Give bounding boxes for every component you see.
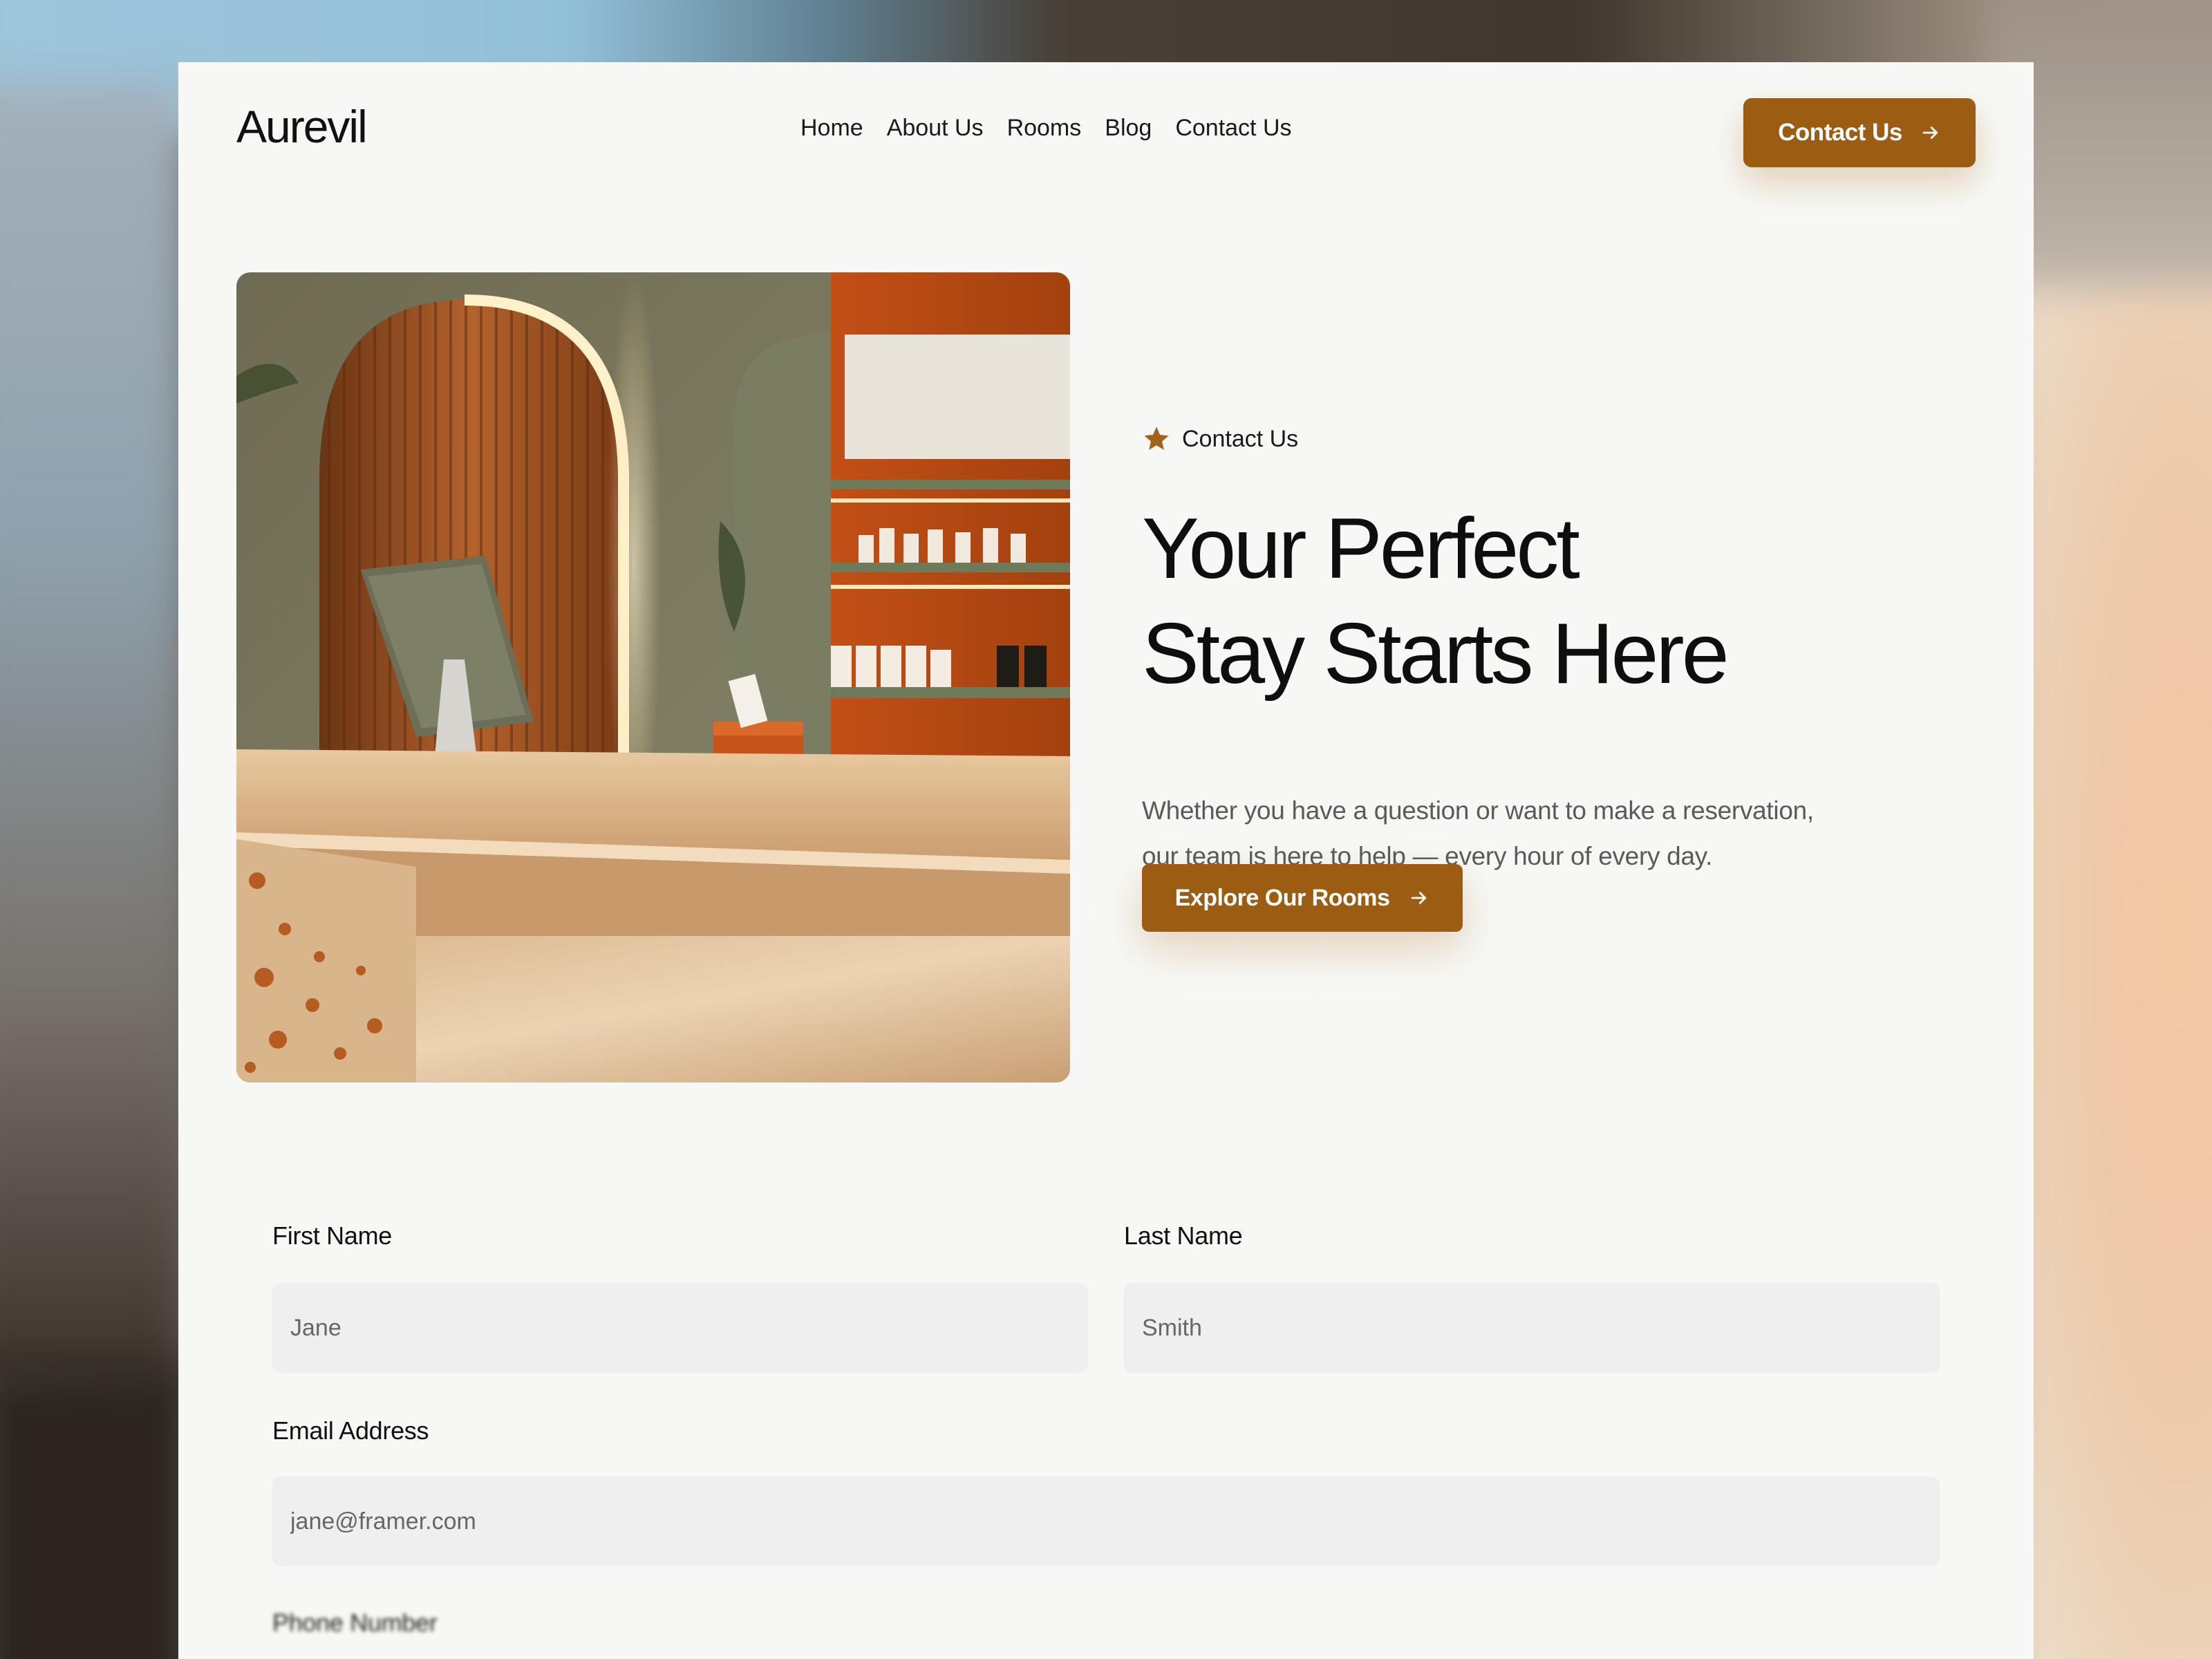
email-field[interactable] <box>272 1477 1940 1566</box>
arrow-right-icon <box>1920 122 1941 143</box>
page-bottom-fade <box>178 1624 2034 1659</box>
nav-item-rooms[interactable]: Rooms <box>1007 116 1082 140</box>
explore-rooms-button[interactable]: Explore Our Rooms <box>1142 864 1463 932</box>
hero-image <box>236 272 1070 1082</box>
star-icon <box>1144 427 1169 450</box>
hero-eyebrow: Contact Us <box>1142 424 1298 453</box>
nav-item-blog[interactable]: Blog <box>1105 116 1152 140</box>
nav-item-home[interactable]: Home <box>800 116 863 140</box>
main-nav: Home About Us Rooms Blog Contact Us <box>800 116 1292 140</box>
contact-us-button[interactable]: Contact Us <box>1743 98 1976 167</box>
hero-title-line-2: Stay Starts Here <box>1142 606 1730 702</box>
email-label: Email Address <box>272 1416 429 1445</box>
hero-eyebrow-text: Contact Us <box>1182 426 1299 452</box>
hero-description-line-1: Whether you have a question or want to m… <box>1142 796 1814 825</box>
contact-us-button-label: Contact Us <box>1778 119 1902 146</box>
backdrop-right-glow <box>2005 290 2212 1659</box>
first-name-label: First Name <box>272 1221 393 1250</box>
nav-item-contact-us[interactable]: Contact Us <box>1175 116 1291 140</box>
page-card: Aurevil Home About Us Rooms Blog Contact… <box>178 62 2034 1659</box>
last-name-label: Last Name <box>1124 1221 1243 1250</box>
first-name-field[interactable] <box>272 1283 1088 1373</box>
nav-item-about-us[interactable]: About Us <box>887 116 984 140</box>
last-name-field[interactable] <box>1124 1283 1940 1373</box>
hero-title: Your Perfect Stay Starts Here <box>1142 496 1971 706</box>
backdrop-left-panel <box>0 83 187 1396</box>
arrow-right-icon <box>1409 888 1430 908</box>
logo[interactable]: Aurevil <box>236 104 368 149</box>
explore-rooms-button-label: Explore Our Rooms <box>1174 884 1390 911</box>
phone-label: Phone Number <box>272 1609 438 1637</box>
hero-title-line-1: Your Perfect <box>1142 501 1580 597</box>
backdrop-left-bottom <box>0 1369 194 1659</box>
